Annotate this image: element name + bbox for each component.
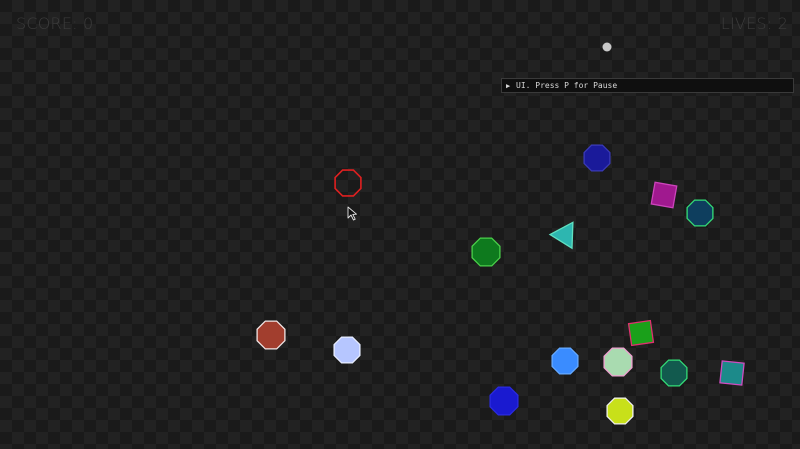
enemy-teal-square (719, 360, 745, 386)
enemy-royalblue-octagon (489, 386, 519, 416)
bullet (602, 42, 612, 52)
enemy-mint-octagon (603, 347, 633, 377)
enemy-lime-octagon (606, 397, 634, 425)
enemy-lavender-octagon (333, 336, 361, 364)
enemy-brown-octagon (256, 320, 286, 350)
enemy-blue-octagon (551, 347, 579, 375)
enemy-green-octagon (471, 237, 501, 267)
enemy-magenta-square (650, 181, 678, 209)
enemy-navy-octagon (583, 144, 611, 172)
enemies-layer (256, 144, 745, 425)
enemy-cyan-triangle (548, 221, 574, 250)
enemy-darkteal-octagon (660, 359, 688, 387)
play-field (256, 42, 745, 425)
enemy-teal-octagon (686, 199, 714, 227)
game-canvas[interactable]: SCORE: 0 LIVES: 2 ▶ UI. Press P for Pause (0, 0, 800, 449)
player-octagon[interactable] (334, 169, 362, 197)
enemy-green-square (627, 319, 655, 347)
mouse-pointer-icon (347, 206, 357, 221)
